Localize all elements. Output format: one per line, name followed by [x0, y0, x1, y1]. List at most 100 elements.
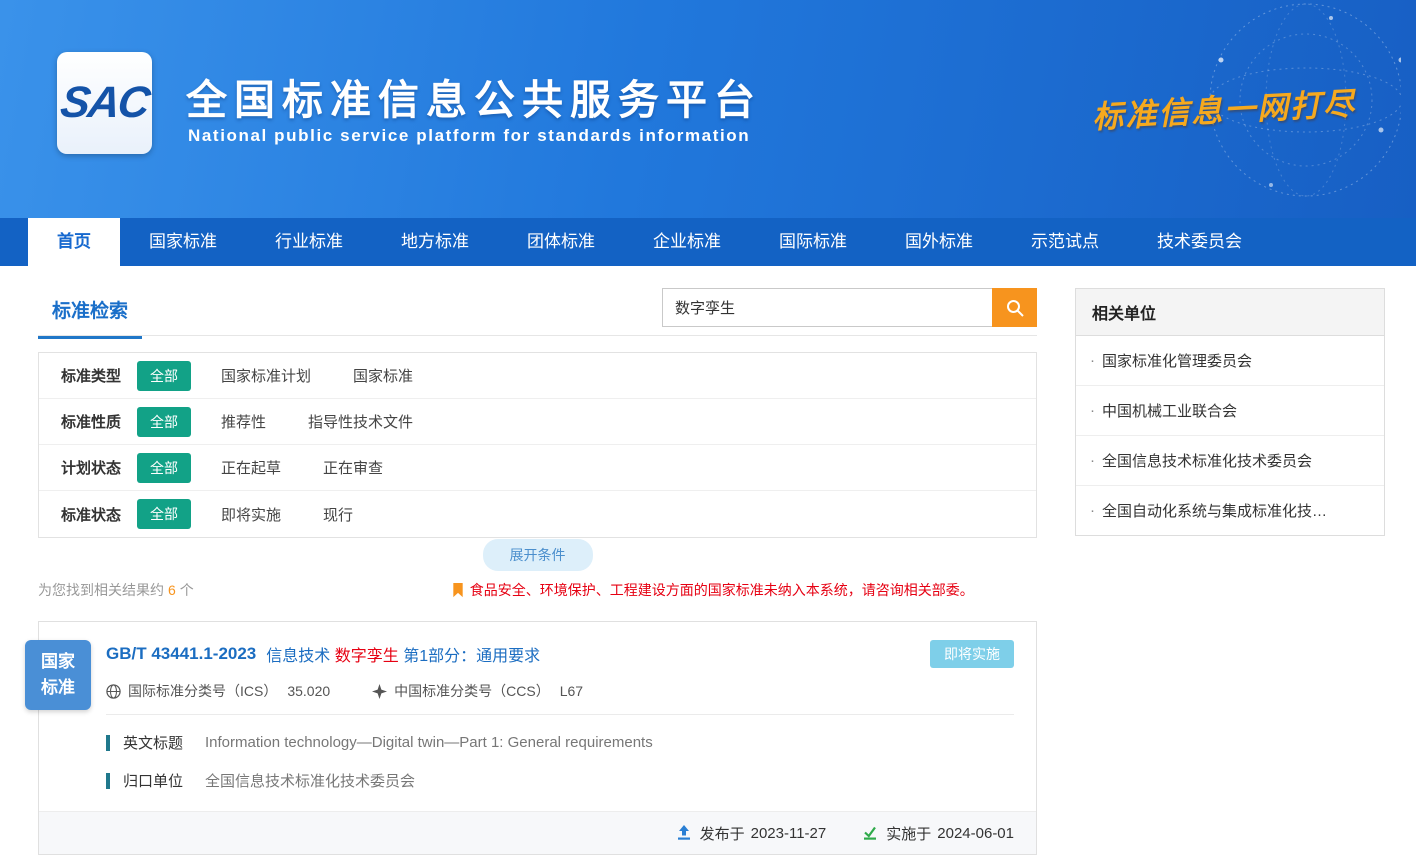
filter-label: 标准状态 [39, 504, 137, 525]
card-divider [106, 714, 1014, 715]
results-summary-prefix: 为您找到相关结果约 [38, 580, 164, 600]
card-inner: GB/T 43441.1-2023 信息技术 数字孪生 第1部分：通用要求 即将… [39, 622, 1036, 791]
sidebar-item-sac[interactable]: · 国家标准化管理委员会 [1076, 336, 1384, 386]
results-summary-row: 为您找到相关结果约 6 个 食品安全、环境保护、工程建设方面的国家标准未纳入本系… [38, 580, 1037, 600]
sidebar-item-it-committee[interactable]: · 全国信息技术标准化技术委员会 [1076, 436, 1384, 486]
filter-option[interactable]: 国家标准计划 [221, 365, 311, 386]
field-bar [106, 735, 110, 751]
filter-panel: 标准类型 全部 国家标准计划 国家标准 标准性质 全部 推荐性 指导性技术文件 … [38, 352, 1037, 538]
ccs-label: 中国标准分类号（CCS） [394, 681, 550, 701]
filter-option[interactable]: 正在起草 [221, 457, 281, 478]
sidebar-item-label: 全国自动化系统与集成标准化技… [1102, 500, 1327, 521]
badge-line: 标准 [41, 675, 75, 701]
sidebar-item-label: 中国机械工业联合会 [1102, 400, 1237, 421]
implemented-label: 实施于 [886, 823, 931, 844]
nav-item-national-standards[interactable]: 国家标准 [120, 218, 246, 266]
notice: 食品安全、环境保护、工程建设方面的国家标准未纳入本系统，请咨询相关部委。 [452, 580, 974, 600]
nav-item-pilot-programs[interactable]: 示范试点 [1002, 218, 1128, 266]
filter-row-standard-status: 标准状态 全部 即将实施 现行 [39, 491, 1036, 537]
nav-item-enterprise-standards[interactable]: 企业标准 [624, 218, 750, 266]
search-box [662, 288, 1037, 327]
filter-all-button[interactable]: 全部 [137, 361, 191, 391]
nav-item-group-standards[interactable]: 团体标准 [498, 218, 624, 266]
filter-option[interactable]: 指导性技术文件 [308, 411, 413, 432]
status-badge: 即将实施 [930, 640, 1014, 668]
sidebar-item-machinery[interactable]: · 中国机械工业联合会 [1076, 386, 1384, 436]
related-units-panel: 相关单位 · 国家标准化管理委员会 · 中国机械工业联合会 · 全国信息技术标准… [1075, 288, 1385, 536]
nav-item-home[interactable]: 首页 [28, 218, 120, 266]
nav-item-foreign-standards[interactable]: 国外标准 [876, 218, 1002, 266]
classification-row: 国际标准分类号（ICS） 35.020 中国标准分类号（CCS） L67 [106, 681, 1014, 701]
compass-icon [372, 684, 387, 699]
globe-icon [106, 684, 121, 699]
filter-row-type: 标准类型 全部 国家标准计划 国家标准 [39, 353, 1036, 399]
field-value: Information technology—Digital twin—Part… [205, 734, 653, 751]
filter-option[interactable]: 即将实施 [221, 504, 281, 525]
sac-logo[interactable]: SAC [57, 52, 152, 154]
filter-option[interactable]: 国家标准 [353, 365, 413, 386]
published-date: 2023-11-27 [751, 825, 827, 842]
field-english-title: 英文标题 Information technology—Digital twin… [106, 732, 1014, 753]
nav-item-technical-committee[interactable]: 技术委员会 [1128, 218, 1271, 266]
standard-type-badge: 国家 标准 [25, 640, 91, 710]
filter-label: 标准类型 [39, 365, 137, 386]
search-row: 标准检索 [38, 288, 1037, 336]
filter-option[interactable]: 现行 [323, 504, 353, 525]
filter-all-button[interactable]: 全部 [137, 499, 191, 529]
title-prefix: 信息技术 [266, 648, 330, 665]
filter-label: 计划状态 [39, 457, 137, 478]
published-label: 发布于 [700, 823, 745, 844]
upload-icon [676, 825, 692, 841]
field-value: 全国信息技术标准化技术委员会 [205, 770, 415, 791]
implemented-date-group: 实施于 2024-06-01 [862, 823, 1014, 844]
bullet-icon: · [1090, 352, 1095, 369]
nav-item-industry-standards[interactable]: 行业标准 [246, 218, 372, 266]
implemented-date: 2024-06-01 [937, 825, 1014, 842]
search-icon [1005, 298, 1025, 318]
ics-label: 国际标准分类号（ICS） [128, 681, 277, 701]
related-units-title: 相关单位 [1076, 289, 1384, 336]
filter-option[interactable]: 推荐性 [221, 411, 266, 432]
sidebar-item-label: 国家标准化管理委员会 [1102, 350, 1252, 371]
nav-item-international-standards[interactable]: 国际标准 [750, 218, 876, 266]
result-title-link[interactable]: 信息技术 数字孪生 第1部分：通用要求 [266, 642, 540, 666]
filter-all-button[interactable]: 全部 [137, 453, 191, 483]
search-button[interactable] [992, 288, 1037, 327]
title-highlight-term: 数字孪生 [335, 648, 399, 665]
filter-row-plan-status: 计划状态 全部 正在起草 正在审查 [39, 445, 1036, 491]
ccs-classification: 中国标准分类号（CCS） L67 [372, 681, 583, 701]
result-code-link[interactable]: GB/T 43441.1-2023 [106, 644, 256, 664]
published-date-group: 发布于 2023-11-27 [676, 823, 827, 844]
ics-classification: 国际标准分类号（ICS） 35.020 [106, 681, 330, 701]
expand-conditions-button[interactable]: 展开条件 [483, 539, 593, 571]
field-label: 英文标题 [123, 732, 205, 753]
page-body: 标准检索 标准类型 全部 国家标准计划 国家标准 标准性质 全 [0, 266, 1416, 855]
sidebar-item-automation-committee[interactable]: · 全国自动化系统与集成标准化技… [1076, 486, 1384, 535]
result-title-row: GB/T 43441.1-2023 信息技术 数字孪生 第1部分：通用要求 即将… [106, 640, 1014, 668]
filter-all-button[interactable]: 全部 [137, 407, 191, 437]
field-bar [106, 773, 110, 789]
field-label: 归口单位 [123, 770, 205, 791]
tab-standard-search[interactable]: 标准检索 [38, 288, 142, 339]
badge-line: 国家 [41, 649, 75, 675]
sac-logo-text: SAC [58, 78, 152, 128]
bullet-icon: · [1090, 402, 1095, 419]
filter-label: 标准性质 [39, 411, 137, 432]
platform-subtitle: National public service platform for sta… [188, 126, 750, 146]
bookmark-icon [452, 583, 464, 598]
check-icon [862, 825, 878, 841]
nav-item-local-standards[interactable]: 地方标准 [372, 218, 498, 266]
ccs-value: L67 [560, 683, 583, 699]
bullet-icon: · [1090, 502, 1095, 519]
platform-title: 全国标准信息公共服务平台 [186, 66, 762, 126]
filter-option[interactable]: 正在审查 [323, 457, 383, 478]
main-nav: 首页 国家标准 行业标准 地方标准 团体标准 企业标准 国际标准 国外标准 示范… [0, 218, 1416, 266]
ics-value: 35.020 [287, 683, 330, 699]
result-card: 国家 标准 GB/T 43441.1-2023 信息技术 数字孪生 第1部分：通… [38, 621, 1037, 855]
results-count: 6 [168, 582, 176, 598]
search-input[interactable] [662, 288, 992, 327]
title-suffix: 第1部分：通用要求 [403, 648, 540, 665]
filter-row-nature: 标准性质 全部 推荐性 指导性技术文件 [39, 399, 1036, 445]
notice-text: 食品安全、环境保护、工程建设方面的国家标准未纳入本系统，请咨询相关部委。 [470, 580, 974, 600]
field-committee: 归口单位 全国信息技术标准化技术委员会 [106, 770, 1014, 791]
